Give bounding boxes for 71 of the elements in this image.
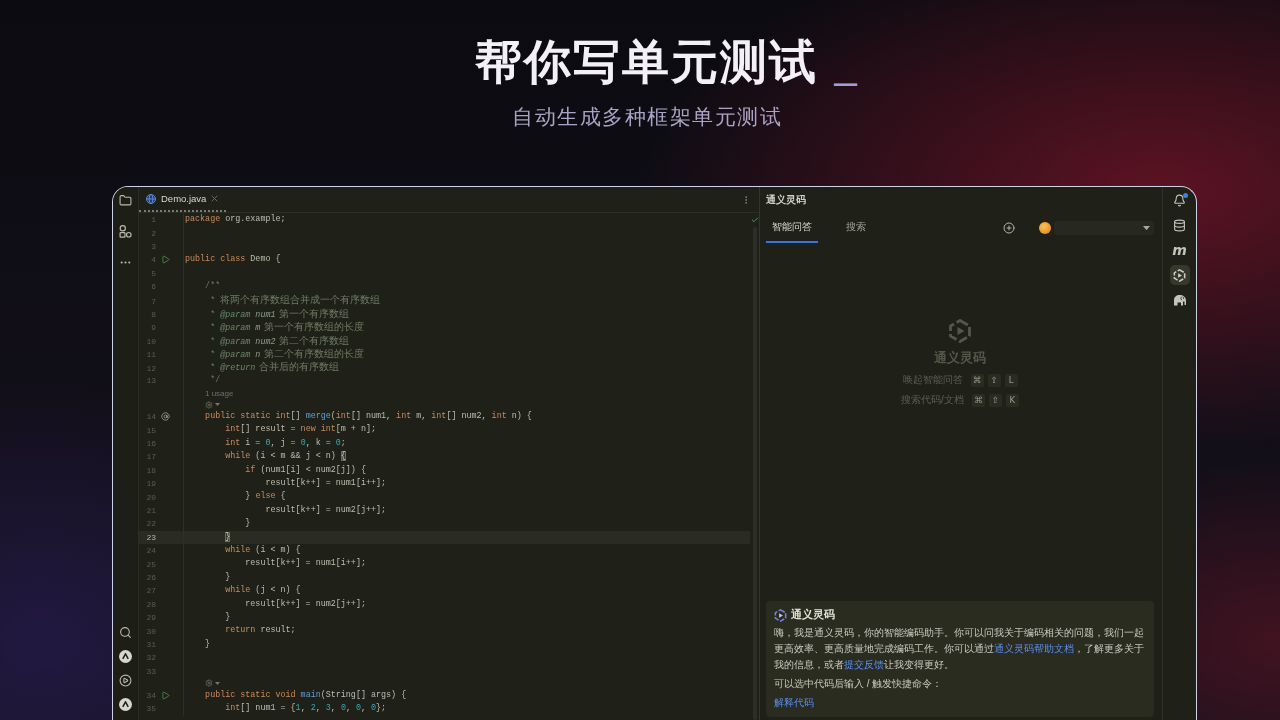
code-line: int[] result = new int[m + n]; xyxy=(224,423,377,437)
code-line: */ xyxy=(209,373,222,387)
key-cap: ⌘ xyxy=(970,373,984,387)
code-line: while (i < m) { xyxy=(224,544,302,557)
search-icon[interactable] xyxy=(119,626,132,639)
command-link[interactable]: 解释代码 xyxy=(774,695,814,711)
key-cap: ⇧ xyxy=(987,373,1001,387)
code-line: } xyxy=(204,637,212,651)
code-line: } xyxy=(224,570,232,584)
code-line: } xyxy=(244,517,252,531)
caret-icon xyxy=(1143,225,1150,231)
key-cap: L xyxy=(1004,373,1018,387)
notification-dot-icon xyxy=(1183,192,1188,198)
app-logo-icon xyxy=(948,319,972,343)
database-icon xyxy=(1173,218,1186,232)
code-line: result[k++] = num2[j++]; xyxy=(244,597,367,611)
code-line: int i = 0, j = 0, k = 0; xyxy=(224,436,347,450)
play-circle-icon[interactable] xyxy=(119,674,132,687)
code-line: while (i < m && j < n) { xyxy=(224,450,347,464)
code-line: result[k++] = num2[j++]; xyxy=(264,503,388,517)
app-logo-icon xyxy=(1173,268,1186,282)
key-cap: ⇧ xyxy=(988,393,1002,407)
code-line: * @return 合并后的有序数组 xyxy=(209,360,340,375)
code-line: result[k++] = num1[i++]; xyxy=(244,557,367,571)
code-line: /** xyxy=(204,279,222,293)
at-sign-icon[interactable] xyxy=(160,412,170,422)
globe-icon xyxy=(146,193,156,204)
code-line: result[k++] = num1[i++]; xyxy=(264,477,388,491)
file-tab[interactable]: Demo.java xyxy=(139,187,227,212)
chevron-circle-icon[interactable] xyxy=(119,698,132,711)
letter-button[interactable]: m xyxy=(1169,240,1190,260)
caret-icon[interactable] xyxy=(215,403,220,407)
code-line: public static void main(String[] args) { xyxy=(204,688,408,702)
shapes-icon[interactable] xyxy=(119,225,132,238)
code-line: if (num1[i] < num2[j]) { xyxy=(244,463,367,477)
link[interactable]: 通义灵码帮助文档 xyxy=(994,643,1074,654)
message-text: 嗨，我是通义灵码，你的智能编码助手。你可以问我关于编码相关的问题，我们一起更高效率、更高质量地完成编码工作。你可以通过通义灵码帮助文档，了解更多关于我的信息，或者提交反馈让我变得更好。 xyxy=(774,626,1145,672)
caret-icon[interactable] xyxy=(215,681,220,685)
run-icon[interactable] xyxy=(160,255,170,265)
message-text: 可以选中代码后输入 / 触发快捷命令： xyxy=(774,677,944,691)
check-icon xyxy=(750,216,759,224)
code-line: package org.example; xyxy=(184,213,287,226)
code-line: int[] num1 = {1, 2, 3, 0, 0, 0}; xyxy=(224,702,388,716)
code-line: public static int[] merge(int[] num1, int m, int[] num2, int n) { xyxy=(204,410,533,424)
bell-icon xyxy=(1173,193,1186,207)
page-title: 帮你写单元测试 xyxy=(475,34,819,90)
link[interactable]: 提交反馈 xyxy=(844,659,884,670)
run-icon[interactable] xyxy=(160,691,170,701)
chat-tab[interactable]: 搜索 xyxy=(840,213,872,243)
line-number: 23 xyxy=(145,532,157,542)
close-icon[interactable] xyxy=(211,195,219,202)
code-line: } xyxy=(224,610,232,624)
dropdown-field[interactable] xyxy=(1054,221,1154,235)
code-line: return result; xyxy=(224,624,297,638)
key-cap: K xyxy=(1005,393,1019,407)
sender-name: 通义灵码 xyxy=(791,608,835,622)
chat-tab[interactable]: 智能问答 xyxy=(766,213,818,243)
key-cap: ⌘ xyxy=(971,393,985,407)
panel-title: 通义灵码 xyxy=(766,193,807,207)
add-icon[interactable] xyxy=(1003,222,1015,234)
page-subtitle: 自动生成多种框架单元测试 xyxy=(512,104,782,129)
folder-icon[interactable] xyxy=(119,194,132,207)
code-line: public class Demo { xyxy=(184,253,282,267)
code-line: while (j < n) { xyxy=(224,584,302,598)
app-logo-icon xyxy=(774,608,787,622)
elephant-icon xyxy=(1172,294,1187,306)
avatar-icon[interactable] xyxy=(1039,222,1051,234)
code-line: } else { xyxy=(244,490,287,504)
typing-cursor: _ xyxy=(834,44,857,84)
chevron-circle-icon[interactable] xyxy=(119,650,132,663)
assistant-button[interactable] xyxy=(1169,265,1190,285)
